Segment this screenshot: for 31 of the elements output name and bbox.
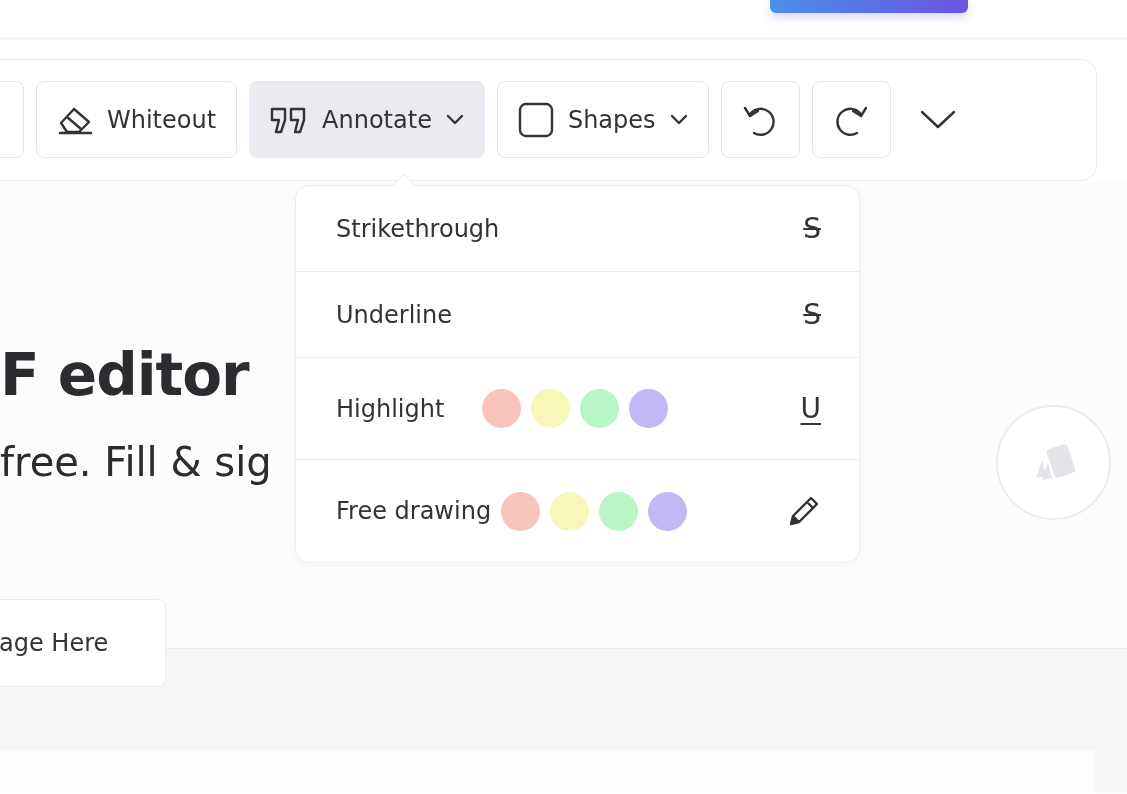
toolbar-button[interactable]: Annotate [249, 81, 485, 158]
toolbar-button[interactable] [0, 81, 24, 158]
strikethrough-icon: S [803, 300, 821, 329]
color-swatch[interactable] [599, 491, 639, 531]
underline-icon: U [800, 394, 821, 423]
menu-item-label: Strikethrough [336, 213, 500, 245]
color-swatch[interactable] [648, 491, 688, 531]
color-swatch[interactable] [501, 491, 541, 531]
color-swatch[interactable] [629, 389, 669, 428]
menu-item[interactable]: Underline S [296, 272, 859, 358]
upload-button[interactable]: age Here [0, 599, 166, 687]
toolbar-button[interactable]: Whiteout [36, 81, 238, 158]
redo-button[interactable] [811, 81, 891, 158]
undo-button[interactable] [720, 81, 800, 158]
color-swatch[interactable] [580, 389, 620, 428]
menu-item[interactable]: Free drawing [296, 460, 859, 562]
strikethrough-icon: S [803, 214, 821, 243]
color-swatch[interactable] [550, 491, 590, 531]
menu-item[interactable]: Highlight U [296, 358, 859, 460]
chevron-down-icon [918, 108, 957, 131]
color-swatch[interactable] [531, 389, 571, 428]
hero-title: F editor [0, 340, 249, 404]
square-icon [517, 101, 554, 138]
menu-item-label: Highlight [336, 393, 445, 425]
menu-item-label: Underline [336, 299, 452, 331]
toolbar-button[interactable]: Shapes [496, 81, 709, 158]
pencil-icon [787, 494, 821, 528]
header-button[interactable] [770, 0, 968, 13]
menu-item[interactable]: Strikethrough S [296, 186, 859, 272]
color-swatch[interactable] [482, 389, 522, 428]
menu-item-label: Free drawing [336, 496, 492, 527]
